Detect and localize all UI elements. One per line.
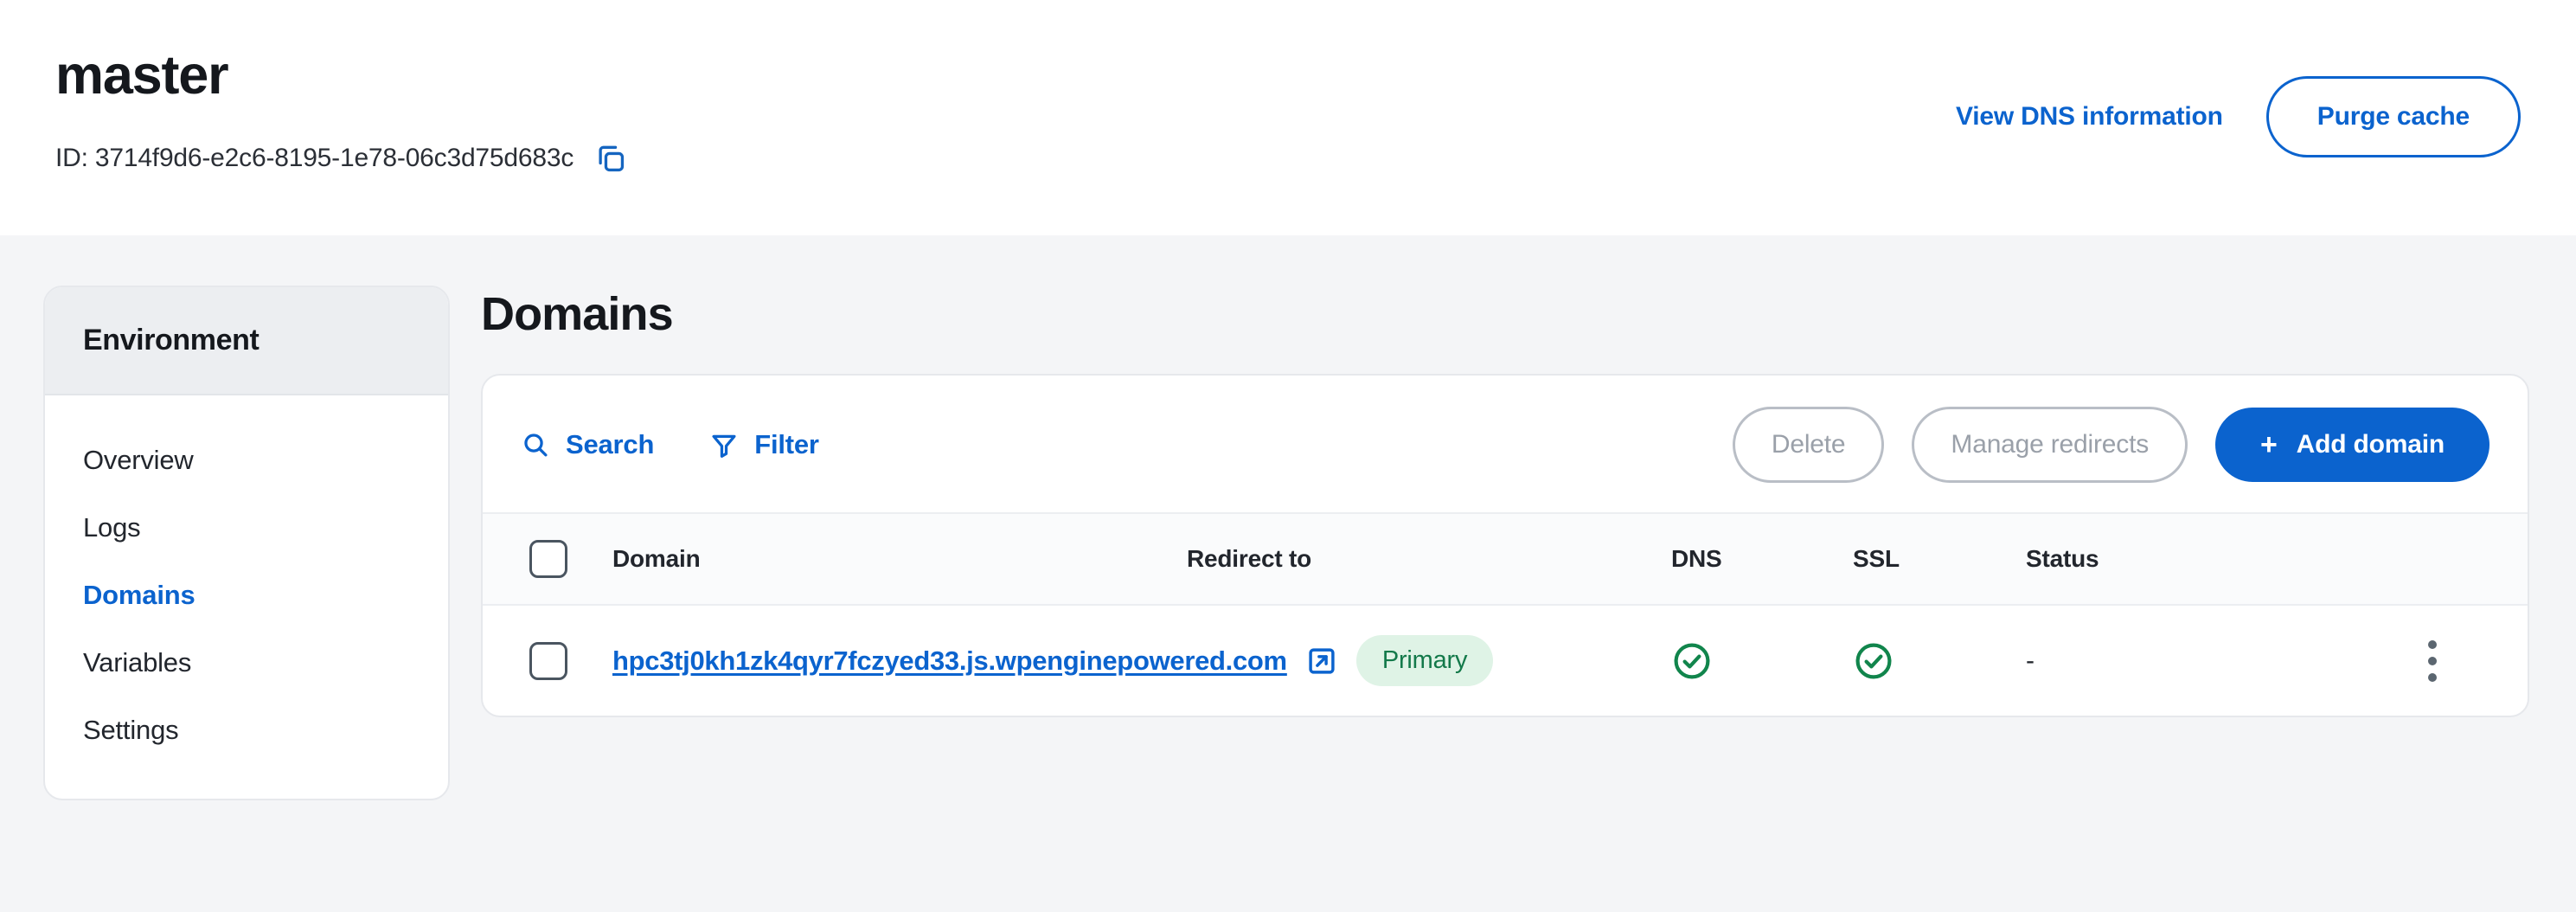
environment-title: master — [55, 45, 229, 106]
kebab-dot — [2428, 656, 2437, 665]
view-dns-information-link[interactable]: View DNS information — [1956, 102, 2223, 132]
table-header: Domain Redirect to DNS SSL Status — [483, 512, 2528, 606]
kebab-dot — [2428, 639, 2437, 649]
domains-table: Domain Redirect to DNS SSL Status hpc3tj… — [483, 512, 2528, 716]
table-row: hpc3tj0kh1zk4qyr7fczyed33.js.wpenginepow… — [483, 605, 2528, 716]
select-all-header — [483, 512, 612, 606]
filter-icon — [709, 430, 739, 459]
domains-table-card: Search Filter Delete Manage redirects + … — [481, 374, 2529, 717]
table-body: hpc3tj0kh1zk4qyr7fczyed33.js.wpenginepow… — [483, 605, 2528, 716]
sidebar-item-logs[interactable]: Logs — [45, 494, 448, 562]
ssl-check-circle-icon — [1853, 640, 1894, 682]
external-link-icon[interactable] — [1306, 645, 1337, 677]
sidebar-item-settings[interactable]: Settings — [45, 697, 448, 764]
add-domain-button[interactable]: + Add domain — [2215, 408, 2489, 482]
search-button[interactable]: Search — [521, 429, 654, 460]
environment-id: ID: 3714f9d6-e2c6-8195-1e78-06c3d75d683c — [55, 144, 574, 172]
sidebar-section-title: Environment — [83, 324, 260, 356]
primary-badge: Primary — [1355, 635, 1494, 686]
row-checkbox[interactable] — [529, 641, 567, 680]
select-all-checkbox[interactable] — [529, 540, 567, 578]
sidebar-item-variables[interactable]: Variables — [45, 629, 448, 697]
header-actions: View DNS information Purge cache — [1956, 35, 2521, 157]
delete-button[interactable]: Delete — [1732, 407, 1885, 483]
column-header-status: Status — [2026, 512, 2415, 606]
row-actions-cell — [2415, 605, 2528, 716]
toolbar-right: Delete Manage redirects + Add domain — [1732, 407, 2489, 483]
dns-check-circle-icon — [1671, 640, 1713, 682]
table-toolbar: Search Filter Delete Manage redirects + … — [483, 376, 2528, 512]
filter-label: Filter — [754, 429, 819, 459]
column-header-dns: DNS — [1671, 512, 1853, 606]
manage-redirects-button[interactable]: Manage redirects — [1912, 407, 2188, 483]
filter-button[interactable]: Filter — [709, 429, 819, 460]
domains-page: master ID: 3714f9d6-e2c6-8195-1e78-06c3d… — [0, 0, 2576, 912]
main-content: Domains Search Filter Delete Manage redi… — [481, 286, 2529, 717]
copy-icon[interactable] — [594, 142, 627, 175]
page-body: Environment Overview Logs Domains Variab… — [0, 235, 2576, 800]
search-icon — [521, 430, 550, 459]
page-title: Domains — [481, 288, 674, 340]
kebab-dot — [2428, 672, 2437, 682]
add-domain-label: Add domain — [2296, 430, 2445, 459]
row-select-cell — [483, 605, 612, 716]
domain-cell-inner: hpc3tj0kh1zk4qyr7fczyed33.js.wpenginepow… — [612, 635, 1494, 686]
domain-link[interactable]: hpc3tj0kh1zk4qyr7fczyed33.js.wpenginepow… — [612, 645, 1287, 677]
table-header-row: Domain Redirect to DNS SSL Status — [483, 512, 2528, 606]
row-domain-cell: hpc3tj0kh1zk4qyr7fczyed33.js.wpenginepow… — [612, 605, 1494, 716]
sidebar-nav: Overview Logs Domains Variables Settings — [45, 395, 448, 799]
row-status-cell: - — [2026, 605, 2415, 716]
row-ssl-cell — [1853, 605, 2026, 716]
sidebar-item-domains[interactable]: Domains — [45, 562, 448, 629]
sidebar: Environment Overview Logs Domains Variab… — [43, 286, 450, 800]
toolbar-left: Search Filter — [521, 429, 819, 460]
search-label: Search — [566, 429, 655, 459]
row-dns-cell — [1671, 605, 1853, 716]
column-header-actions — [2415, 512, 2528, 606]
page-header: master ID: 3714f9d6-e2c6-8195-1e78-06c3d… — [0, 0, 2576, 235]
column-header-ssl: SSL — [1853, 512, 2026, 606]
sidebar-item-overview[interactable]: Overview — [45, 427, 448, 494]
column-header-redirect-to: Redirect to — [1187, 512, 1671, 606]
status-value: - — [2026, 645, 2035, 675]
header-left: master ID: 3714f9d6-e2c6-8195-1e78-06c3d… — [55, 35, 627, 175]
sidebar-header: Environment — [45, 287, 448, 395]
purge-cache-button[interactable]: Purge cache — [2265, 76, 2521, 157]
environment-id-row: ID: 3714f9d6-e2c6-8195-1e78-06c3d75d683c — [55, 142, 627, 175]
column-header-domain: Domain — [612, 512, 1187, 606]
kebab-menu-icon[interactable] — [2415, 639, 2450, 682]
plus-icon: + — [2260, 428, 2278, 461]
